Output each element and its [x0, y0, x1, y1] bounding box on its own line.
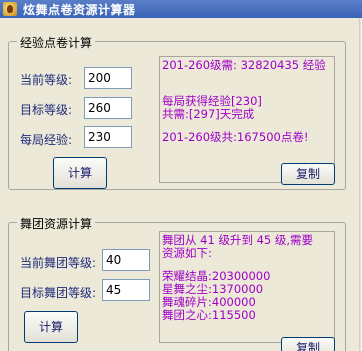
current-team-level-label: 当前舞团等级:	[20, 256, 97, 270]
exp-calculate-button[interactable]: 计算	[53, 157, 107, 189]
title-bar[interactable]: 炫舞点卷资源计算器	[0, 0, 362, 18]
team-result-line: 资源如下:	[162, 246, 212, 260]
exp-copy-button[interactable]: 复制	[281, 163, 335, 185]
exp-per-round-input[interactable]: 230	[84, 126, 132, 148]
team-result-output[interactable]: 舞团从 41 级升到 45 级,需要 资源如下: 荣耀结晶:20300000 星…	[159, 231, 335, 343]
current-level-label: 当前等级:	[20, 73, 73, 87]
current-team-level-input[interactable]: 40	[102, 249, 150, 271]
current-level-input[interactable]: 200	[84, 67, 132, 89]
exp-result-line: 共需:[297]天完成	[162, 107, 255, 121]
exp-result-line: 201-260级共:167500点卷!	[162, 130, 309, 144]
app-window: 炫舞点卷资源计算器 经验点卷计算 当前等级: 200 目标等级: 260 每局经…	[0, 0, 362, 351]
team-copy-button[interactable]: 复制	[281, 337, 335, 351]
exp-result-line: 201-260级需: 32820435 经验	[162, 58, 326, 72]
team-result-line: 舞团之心:115500	[162, 308, 256, 322]
target-level-label: 目标等级:	[20, 103, 73, 117]
app-icon	[3, 2, 17, 16]
exp-calc-group: 经验点卷计算 当前等级: 200 目标等级: 260 每局经验: 230 计算 …	[8, 34, 346, 190]
target-team-level-input[interactable]: 45	[102, 279, 150, 301]
team-calc-group: 舞团资源计算 当前舞团等级: 40 目标舞团等级: 45 计算 舞团从 41 级…	[8, 215, 346, 351]
target-level-input[interactable]: 260	[84, 97, 132, 119]
window-title: 炫舞点卷资源计算器	[23, 2, 136, 17]
target-team-level-label: 目标舞团等级:	[20, 286, 97, 300]
team-calc-group-title: 舞团资源计算	[17, 215, 96, 232]
exp-calc-group-title: 经验点卷计算	[17, 34, 96, 51]
exp-per-round-label: 每局经验:	[20, 133, 73, 147]
team-calculate-button[interactable]: 计算	[24, 311, 78, 343]
